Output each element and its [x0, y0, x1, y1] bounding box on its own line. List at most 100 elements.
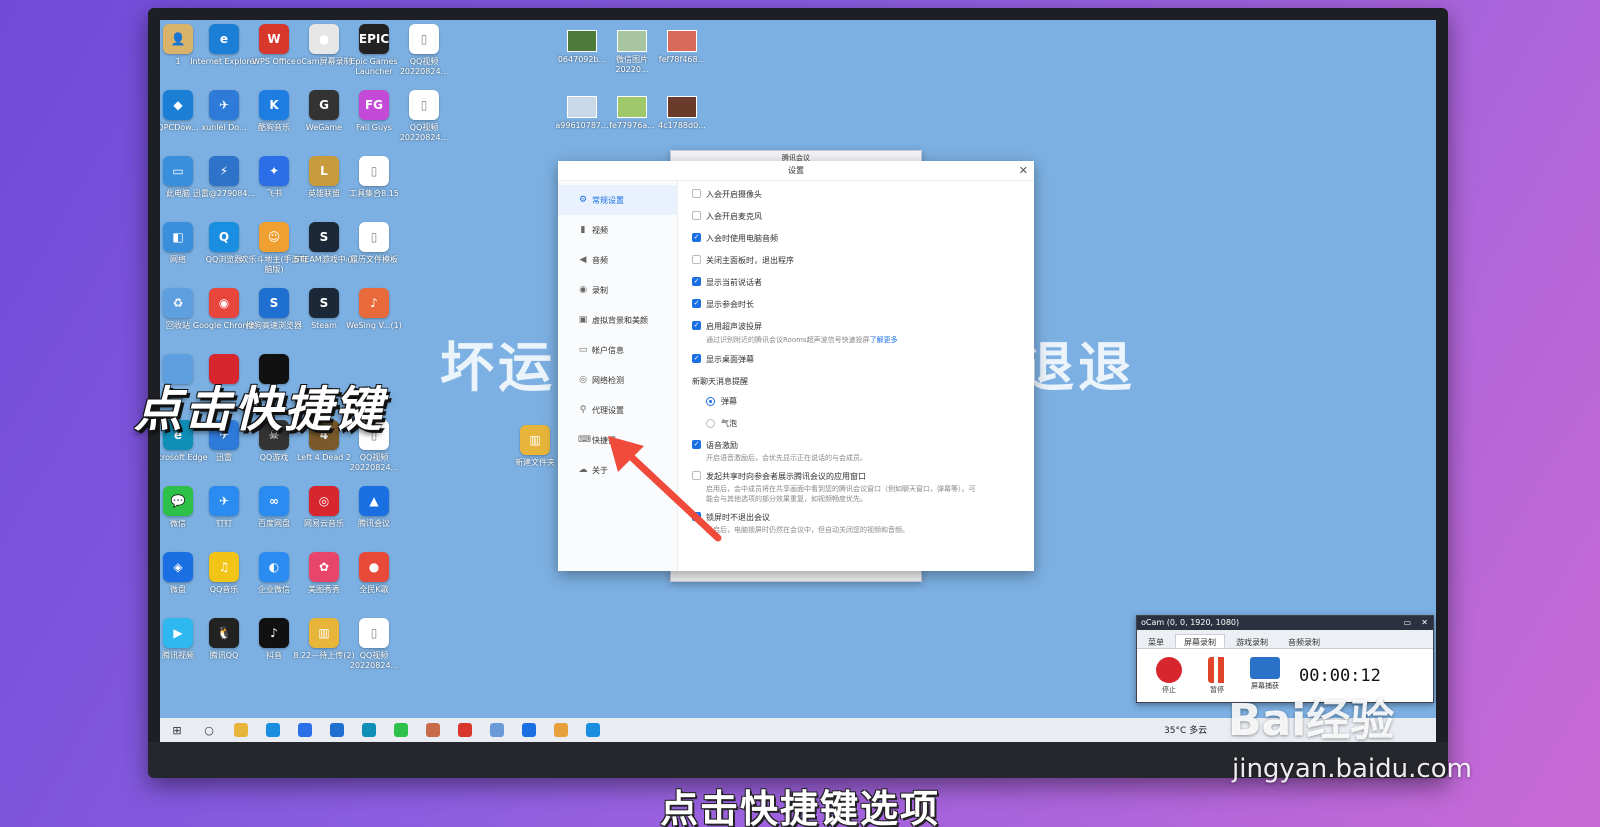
- minimize-icon[interactable]: ▭: [1403, 616, 1411, 630]
- taskbar-app-icon[interactable]: [454, 721, 476, 739]
- desktop-icon[interactable]: ▲ 腾讯会议: [339, 486, 409, 529]
- image-thumbnail: [567, 30, 597, 52]
- sidebar-item-label: 代理设置: [592, 405, 624, 415]
- app-icon: K: [259, 90, 289, 120]
- sidebar-item[interactable]: ◎ 网络检测: [558, 365, 677, 395]
- recording-timer: 00:00:12: [1299, 665, 1381, 686]
- option-checkbox-row[interactable]: ✓ 启用超声波投屏: [692, 321, 1024, 332]
- radio-option[interactable]: 弹幕: [706, 396, 1024, 407]
- option-share-window[interactable]: 发起共享时向参会者展示腾讯会议的应用窗口 启用后，会中成员将在共享画面中看到您的…: [692, 471, 1024, 504]
- option-checkbox-row[interactable]: ✓ 入会时使用电脑音频: [692, 233, 1024, 244]
- checkbox-unchecked-icon[interactable]: [692, 211, 701, 220]
- taskbar-app-icon[interactable]: [422, 721, 444, 739]
- share-window-description: 启用后，会中成员将在共享画面中看到您的腾讯会议窗口（例如聊天窗口，弹幕等）。可能…: [706, 485, 976, 503]
- baidu-jingyan-watermark-logo: Bai经验: [1228, 695, 1395, 746]
- learn-more-link[interactable]: 了解更多: [870, 336, 898, 344]
- desktop-icon[interactable]: ▯ QQ视频20220824...: [389, 90, 459, 143]
- sidebar-item[interactable]: ▣ 虚拟背景和美颜: [558, 305, 677, 335]
- wallpaper-text-right: 退退: [1020, 336, 1136, 399]
- radio-label: 气泡: [721, 419, 737, 428]
- taskbar-app-icon[interactable]: [582, 721, 604, 739]
- option-voice-incentive[interactable]: ✓ 语音激励 开启语音激励后，会优先显示正在说话的与会成员。: [692, 440, 1024, 463]
- image-file-label: fe77976a...: [609, 121, 655, 130]
- image-file-icon[interactable]: 4c1788d0...: [650, 96, 714, 131]
- desktop-icon[interactable]: ● 全民K歌: [339, 552, 409, 595]
- app-icon: Q: [209, 222, 239, 252]
- sidebar-item[interactable]: ◀ 音频: [558, 245, 677, 275]
- option-checkbox-row[interactable]: 入会开启摄像头: [692, 189, 1024, 200]
- option-show-barrage[interactable]: ✓ 显示桌面弹幕: [692, 354, 1024, 365]
- ocam-button[interactable]: 停止: [1147, 656, 1191, 695]
- taskbar-app-icon[interactable]: [550, 721, 572, 739]
- taskbar-app-icon[interactable]: [294, 721, 316, 739]
- option-lock-screen[interactable]: ✓ 锁屏时不退出会议 开启后，电脑锁屏时仍然在会议中，但自动关闭您的视频和音频。: [692, 512, 1024, 535]
- checkbox-unchecked-icon[interactable]: [692, 255, 701, 264]
- desktop-icon[interactable]: ▯ 工具集合8.15: [339, 156, 409, 199]
- radio-option[interactable]: 气泡: [706, 418, 1024, 429]
- app-icon: S: [309, 222, 339, 252]
- taskbar-app-icon[interactable]: [326, 721, 348, 739]
- desktop-icon-label: 英雄联盟: [308, 189, 340, 198]
- checkbox-checked-icon[interactable]: ✓: [692, 321, 701, 330]
- option-label: 入会开启麦克风: [706, 212, 762, 221]
- desktop-icon[interactable]: ♪ WeSing V...(1): [339, 288, 409, 331]
- checkbox-unchecked-icon[interactable]: [692, 189, 701, 198]
- sidebar-item[interactable]: ▭ 帐户信息: [558, 335, 677, 365]
- close-icon[interactable]: ✕: [1019, 161, 1028, 181]
- option-checkbox-row[interactable]: ✓ 显示当前说话者: [692, 277, 1024, 288]
- desktop-icon-label: Steam: [311, 321, 337, 330]
- image-thumbnail: [667, 30, 697, 52]
- app-icon: ◎: [309, 486, 339, 516]
- app-icon: [394, 723, 408, 737]
- option-checkbox-row[interactable]: 入会开启麦克风: [692, 211, 1024, 222]
- checkbox-checked-icon[interactable]: ✓: [692, 277, 701, 286]
- desktop-icon[interactable]: ▯ 履历文件模板: [339, 222, 409, 265]
- sidebar-item-icon: ▮: [580, 225, 586, 235]
- taskbar-app-icon[interactable]: [358, 721, 380, 739]
- ocam-tab[interactable]: 游戏录制: [1227, 634, 1277, 648]
- taskbar-app-icon[interactable]: [390, 721, 412, 739]
- radio-unselected-icon[interactable]: [706, 419, 715, 428]
- ocam-tab[interactable]: 屏幕录制: [1175, 634, 1225, 648]
- checkbox-checked-icon[interactable]: ✓: [692, 299, 701, 308]
- app-icon: [266, 723, 280, 737]
- ocam-tab[interactable]: 音频录制: [1279, 634, 1329, 648]
- ocam-tab[interactable]: 菜单: [1139, 634, 1173, 648]
- option-checkbox-row[interactable]: ✓ 显示参会时长: [692, 299, 1024, 310]
- image-file-icon[interactable]: fef78f468...: [650, 30, 714, 65]
- image-file-label: fef78f468...: [658, 55, 706, 64]
- desktop-icon[interactable]: ▯ QQ视频20220824...: [339, 618, 409, 671]
- checkbox-checked-icon[interactable]: ✓: [692, 354, 701, 363]
- app-icon: [234, 723, 248, 737]
- sidebar-item[interactable]: ▮ 视频: [558, 215, 677, 245]
- checkbox-checked-icon[interactable]: ✓: [692, 233, 701, 242]
- taskbar-app-icon[interactable]: ⊞: [166, 721, 188, 739]
- desktop-icon-label: QQ游戏: [259, 453, 289, 462]
- taskbar-app-icon[interactable]: [262, 721, 284, 739]
- sidebar-item[interactable]: ⚙ 常规设置: [558, 185, 677, 215]
- pointer-arrow-icon: [608, 436, 722, 542]
- desktop-icon-label: 微信: [170, 519, 186, 528]
- app-icon: [426, 723, 440, 737]
- taskbar-app-icon[interactable]: [230, 721, 252, 739]
- app-icon: e: [209, 24, 239, 54]
- app-icon: ✿: [309, 552, 339, 582]
- close-icon[interactable]: ✕: [1421, 616, 1428, 630]
- option-checkbox-row[interactable]: 关闭主面板时，退出程序: [692, 255, 1024, 266]
- desktop-icon-label: 飞书: [266, 189, 282, 198]
- desktop-icon[interactable]: ▯ QQ视频20220824...: [389, 24, 459, 77]
- taskbar-app-icon[interactable]: [518, 721, 540, 739]
- option-label: 发起共享时向参会者展示腾讯会议的应用窗口: [706, 472, 866, 481]
- app-icon: ♪: [359, 288, 389, 318]
- sidebar-item[interactable]: ◉ 录制: [558, 275, 677, 305]
- general-options: 入会开启摄像头入会开启麦克风 ✓ 入会时使用电脑音频 关闭主面板时，退出程序 ✓ 显示当前…: [692, 189, 1024, 332]
- weather-widget[interactable]: 35°C 多云: [1164, 723, 1207, 736]
- desktop-icon-label: 腾讯会议: [358, 519, 390, 528]
- taskbar-app-icon[interactable]: [486, 721, 508, 739]
- taskbar-app-icon[interactable]: ○: [198, 721, 220, 739]
- sidebar-item[interactable]: ⚲ 代理设置: [558, 395, 677, 425]
- sidebar-item-icon: ◎: [579, 375, 587, 385]
- image-file-label: 微信图片20220...: [615, 55, 649, 74]
- radio-selected-icon[interactable]: [706, 397, 715, 406]
- app-icon: ▯: [409, 24, 439, 54]
